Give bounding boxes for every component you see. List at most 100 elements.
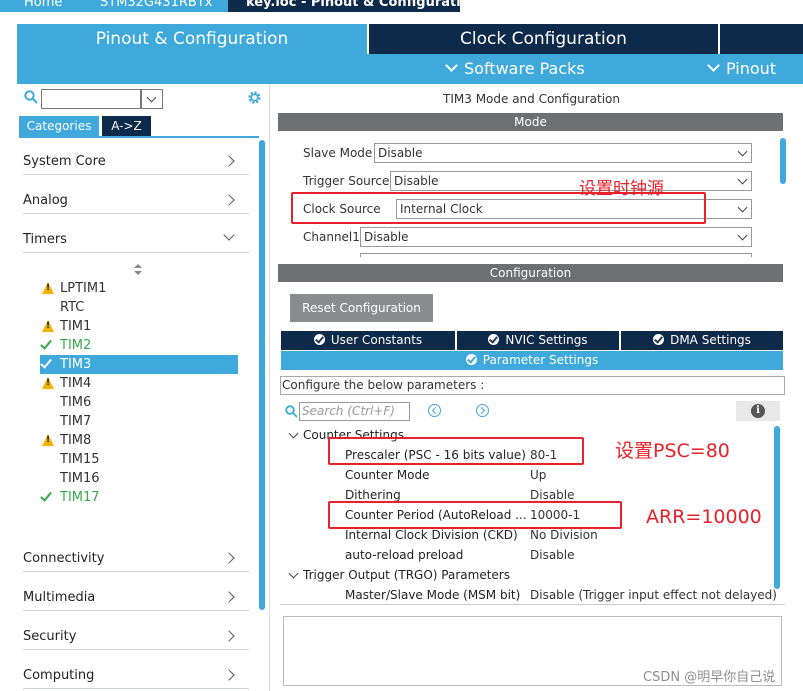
chevron-right-icon <box>223 194 235 206</box>
check-circle-icon <box>465 354 477 365</box>
sidebar-item-connectivity[interactable]: Connectivity <box>23 542 249 572</box>
parameter-scrollbar[interactable] <box>774 426 780 589</box>
sidebar-item-system-core[interactable]: System Core <box>23 145 249 175</box>
tab-a-z[interactable]: A->Z <box>102 116 151 136</box>
sidebar-item-label: System Core <box>23 154 106 169</box>
watermark: CSDN @明早你自己说 <box>643 670 776 685</box>
trigger-source-select[interactable]: Disable <box>390 171 752 191</box>
pinout-menu[interactable]: Pinout <box>707 54 776 84</box>
search-dropdown-button[interactable] <box>141 89 163 109</box>
sub-menu-bar: Software Packs Pinout <box>17 54 803 84</box>
timer-item-tim2[interactable]: TIM2 <box>40 336 238 355</box>
configure-label: Configure the below parameters : <box>280 376 785 395</box>
counter-mode-value[interactable]: Up <box>530 468 546 482</box>
annotation-arr: ARR=10000 <box>646 506 762 528</box>
main-tab-bar: Pinout & Configuration Clock Configurati… <box>17 24 803 54</box>
chevron-down-icon <box>737 202 748 213</box>
left-search-input[interactable] <box>41 89 141 109</box>
left-scrollbar[interactable] <box>259 140 265 610</box>
software-packs-menu[interactable]: Software Packs <box>445 54 585 84</box>
timer-item-tim16[interactable]: TIM16 <box>40 469 238 488</box>
auto-reload-preload-value[interactable]: Disable <box>530 548 575 562</box>
tab-nvic-settings[interactable]: NVIC Settings <box>457 331 619 350</box>
sidebar-item-label: Multimedia <box>23 590 96 605</box>
tab-extra[interactable] <box>720 24 803 54</box>
tab-parameter-settings[interactable]: Parameter Settings <box>281 351 783 370</box>
tab-clock-configuration[interactable]: Clock Configuration <box>369 24 718 54</box>
configuration-header: Configuration <box>278 264 783 282</box>
clock-division-value[interactable]: No Division <box>530 528 598 542</box>
search-icon[interactable] <box>24 90 38 104</box>
check-circle-icon <box>653 334 665 345</box>
next-match-icon[interactable] <box>476 404 489 417</box>
reset-configuration-button[interactable]: Reset Configuration <box>290 294 433 322</box>
chevron-down-icon <box>707 59 720 72</box>
msm-value[interactable]: Disable (Trigger input effect not delaye… <box>530 588 777 602</box>
warning-icon <box>42 377 54 389</box>
check-icon <box>40 356 52 369</box>
sidebar-item-security[interactable]: Security <box>23 620 249 650</box>
left-search-row <box>17 84 270 114</box>
tab-pinout-configuration[interactable]: Pinout & Configuration <box>17 24 367 54</box>
sort-icon[interactable] <box>133 264 143 276</box>
previous-match-icon[interactable] <box>428 404 441 417</box>
gear-icon[interactable] <box>246 89 263 106</box>
chevron-down-icon <box>445 59 458 72</box>
breadcrumb: Home STM32G431RBTx key.ioc - Pinout & Co… <box>0 0 803 24</box>
period-highlight <box>328 501 622 529</box>
timer-item-tim1[interactable]: TIM1 <box>40 317 238 336</box>
timer-item-tim8[interactable]: TIM8 <box>40 431 238 450</box>
warning-icon <box>42 320 54 332</box>
chevron-down-icon <box>223 229 235 241</box>
warning-icon <box>42 282 54 294</box>
timer-item-tim6[interactable]: TIM6 <box>40 393 238 412</box>
auto-reload-preload-label: auto-reload preload <box>345 548 464 562</box>
trigger-source-label: Trigger Source <box>303 174 390 188</box>
check-icon <box>40 337 52 350</box>
tab-categories[interactable]: Categories <box>19 116 99 136</box>
tab-dma-settings[interactable]: DMA Settings <box>621 331 783 350</box>
annotation-clock-source: 设置时钟源 <box>579 179 664 199</box>
sidebar-item-timers[interactable]: Timers <box>23 223 249 253</box>
timer-item-lptim1[interactable]: LPTIM1 <box>40 279 238 298</box>
chevron-right-icon <box>223 591 235 603</box>
sidebar-item-label: Security <box>23 629 77 644</box>
trgo-parameters-group[interactable]: Trigger Output (TRGO) Parameters <box>288 568 510 582</box>
sidebar-item-multimedia[interactable]: Multimedia <box>23 581 249 611</box>
chevron-down-icon <box>737 146 748 157</box>
slave-mode-label: Slave Mode <box>303 146 373 160</box>
info-icon: i <box>751 404 765 418</box>
sidebar-item-computing[interactable]: Computing <box>23 659 249 689</box>
annotation-psc: 设置PSC=80 <box>615 440 730 462</box>
info-button[interactable]: i <box>736 401 780 421</box>
chevron-right-icon <box>223 630 235 642</box>
category-tabs: Categories A->Z <box>19 116 151 136</box>
sidebar-item-label: Computing <box>23 668 95 683</box>
timer-item-tim17[interactable]: TIM17 <box>40 488 238 507</box>
warning-icon <box>42 434 54 446</box>
timer-item-tim7[interactable]: TIM7 <box>40 412 238 431</box>
timer-item-rtc[interactable]: RTC <box>40 298 238 317</box>
chevron-right-icon <box>223 669 235 681</box>
parameter-search-input[interactable]: Search (Ctrl+F) <box>299 402 410 421</box>
timer-item-tim3[interactable]: TIM3 <box>40 355 238 374</box>
channel1-select[interactable]: Disable <box>360 227 752 247</box>
check-circle-icon <box>488 334 500 345</box>
timer-item-tim15[interactable]: TIM15 <box>40 450 238 469</box>
check-icon <box>40 489 52 502</box>
sidebar-item-analog[interactable]: Analog <box>23 184 249 214</box>
slave-mode-select[interactable]: Disable <box>374 143 752 163</box>
dithering-value[interactable]: Disable <box>530 488 575 502</box>
timer-item-tim4[interactable]: TIM4 <box>40 374 238 393</box>
chevron-right-icon <box>223 155 235 167</box>
chevron-right-icon <box>223 552 235 564</box>
next-select-edge <box>360 253 752 257</box>
breadcrumb-device[interactable]: STM32G431RBTx <box>100 0 212 10</box>
sidebar-item-label: Connectivity <box>23 551 105 566</box>
tab-user-constants[interactable]: User Constants <box>281 331 455 350</box>
tab-underline <box>19 136 259 138</box>
breadcrumb-project[interactable]: key.ioc - Pinout & Configuration <box>246 0 479 10</box>
mode-scrollbar[interactable] <box>780 138 786 184</box>
chevron-down-icon <box>737 230 748 241</box>
breadcrumb-home[interactable]: Home <box>24 0 62 10</box>
